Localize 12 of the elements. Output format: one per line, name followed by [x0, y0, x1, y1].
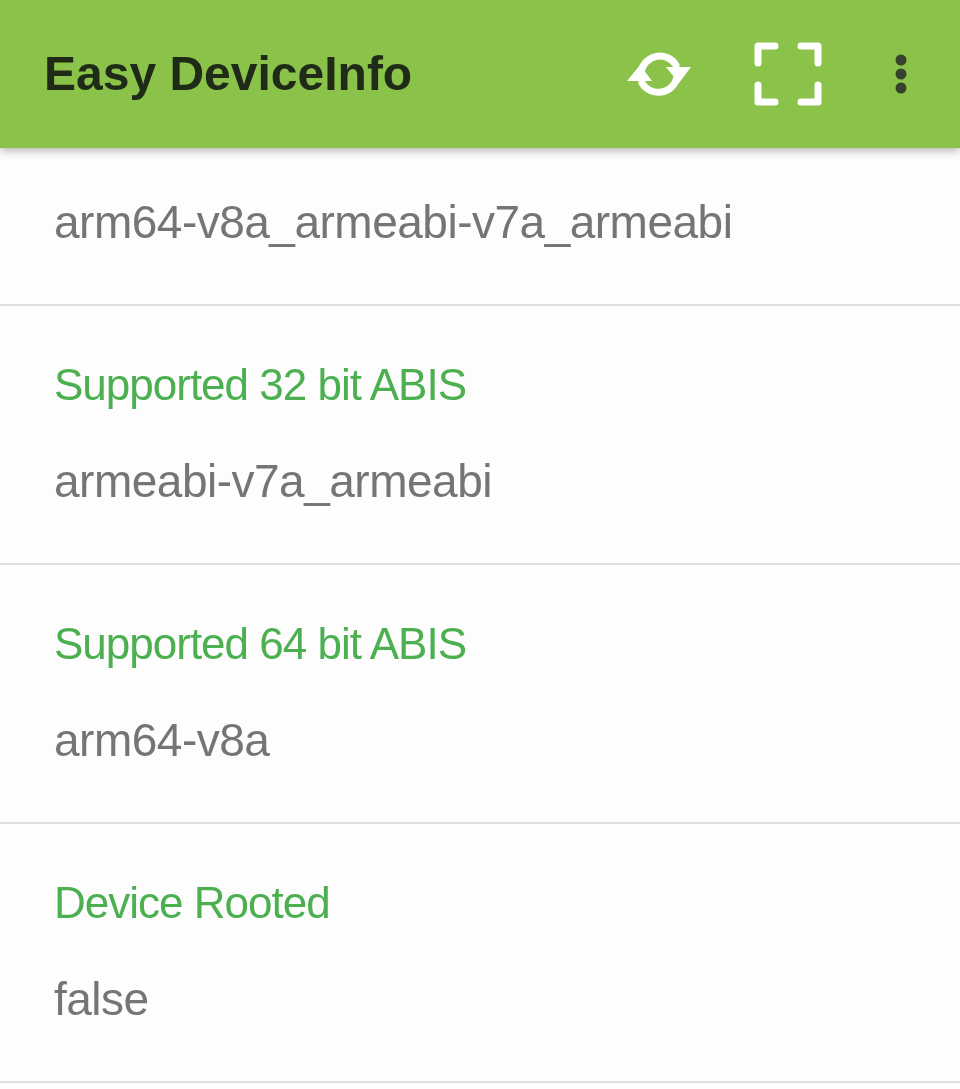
info-label: Supported 32 bit ABIS	[54, 359, 467, 411]
app-title: Easy DeviceInfo	[44, 47, 413, 101]
more-vertical-icon	[895, 54, 907, 94]
fullscreen-icon	[754, 42, 822, 106]
info-label: Device Rooted	[54, 877, 331, 929]
more-options-button[interactable]	[895, 54, 907, 94]
info-label: Supported 64 bit ABIS	[54, 618, 467, 670]
info-value: false	[54, 973, 150, 1025]
info-value: arm64-v8a_armeabi-v7a_armeabi	[54, 196, 734, 248]
info-value: arm64-v8a	[54, 714, 271, 766]
info-value: armeabi-v7a_armeabi	[54, 455, 493, 507]
fullscreen-button[interactable]	[754, 42, 822, 106]
